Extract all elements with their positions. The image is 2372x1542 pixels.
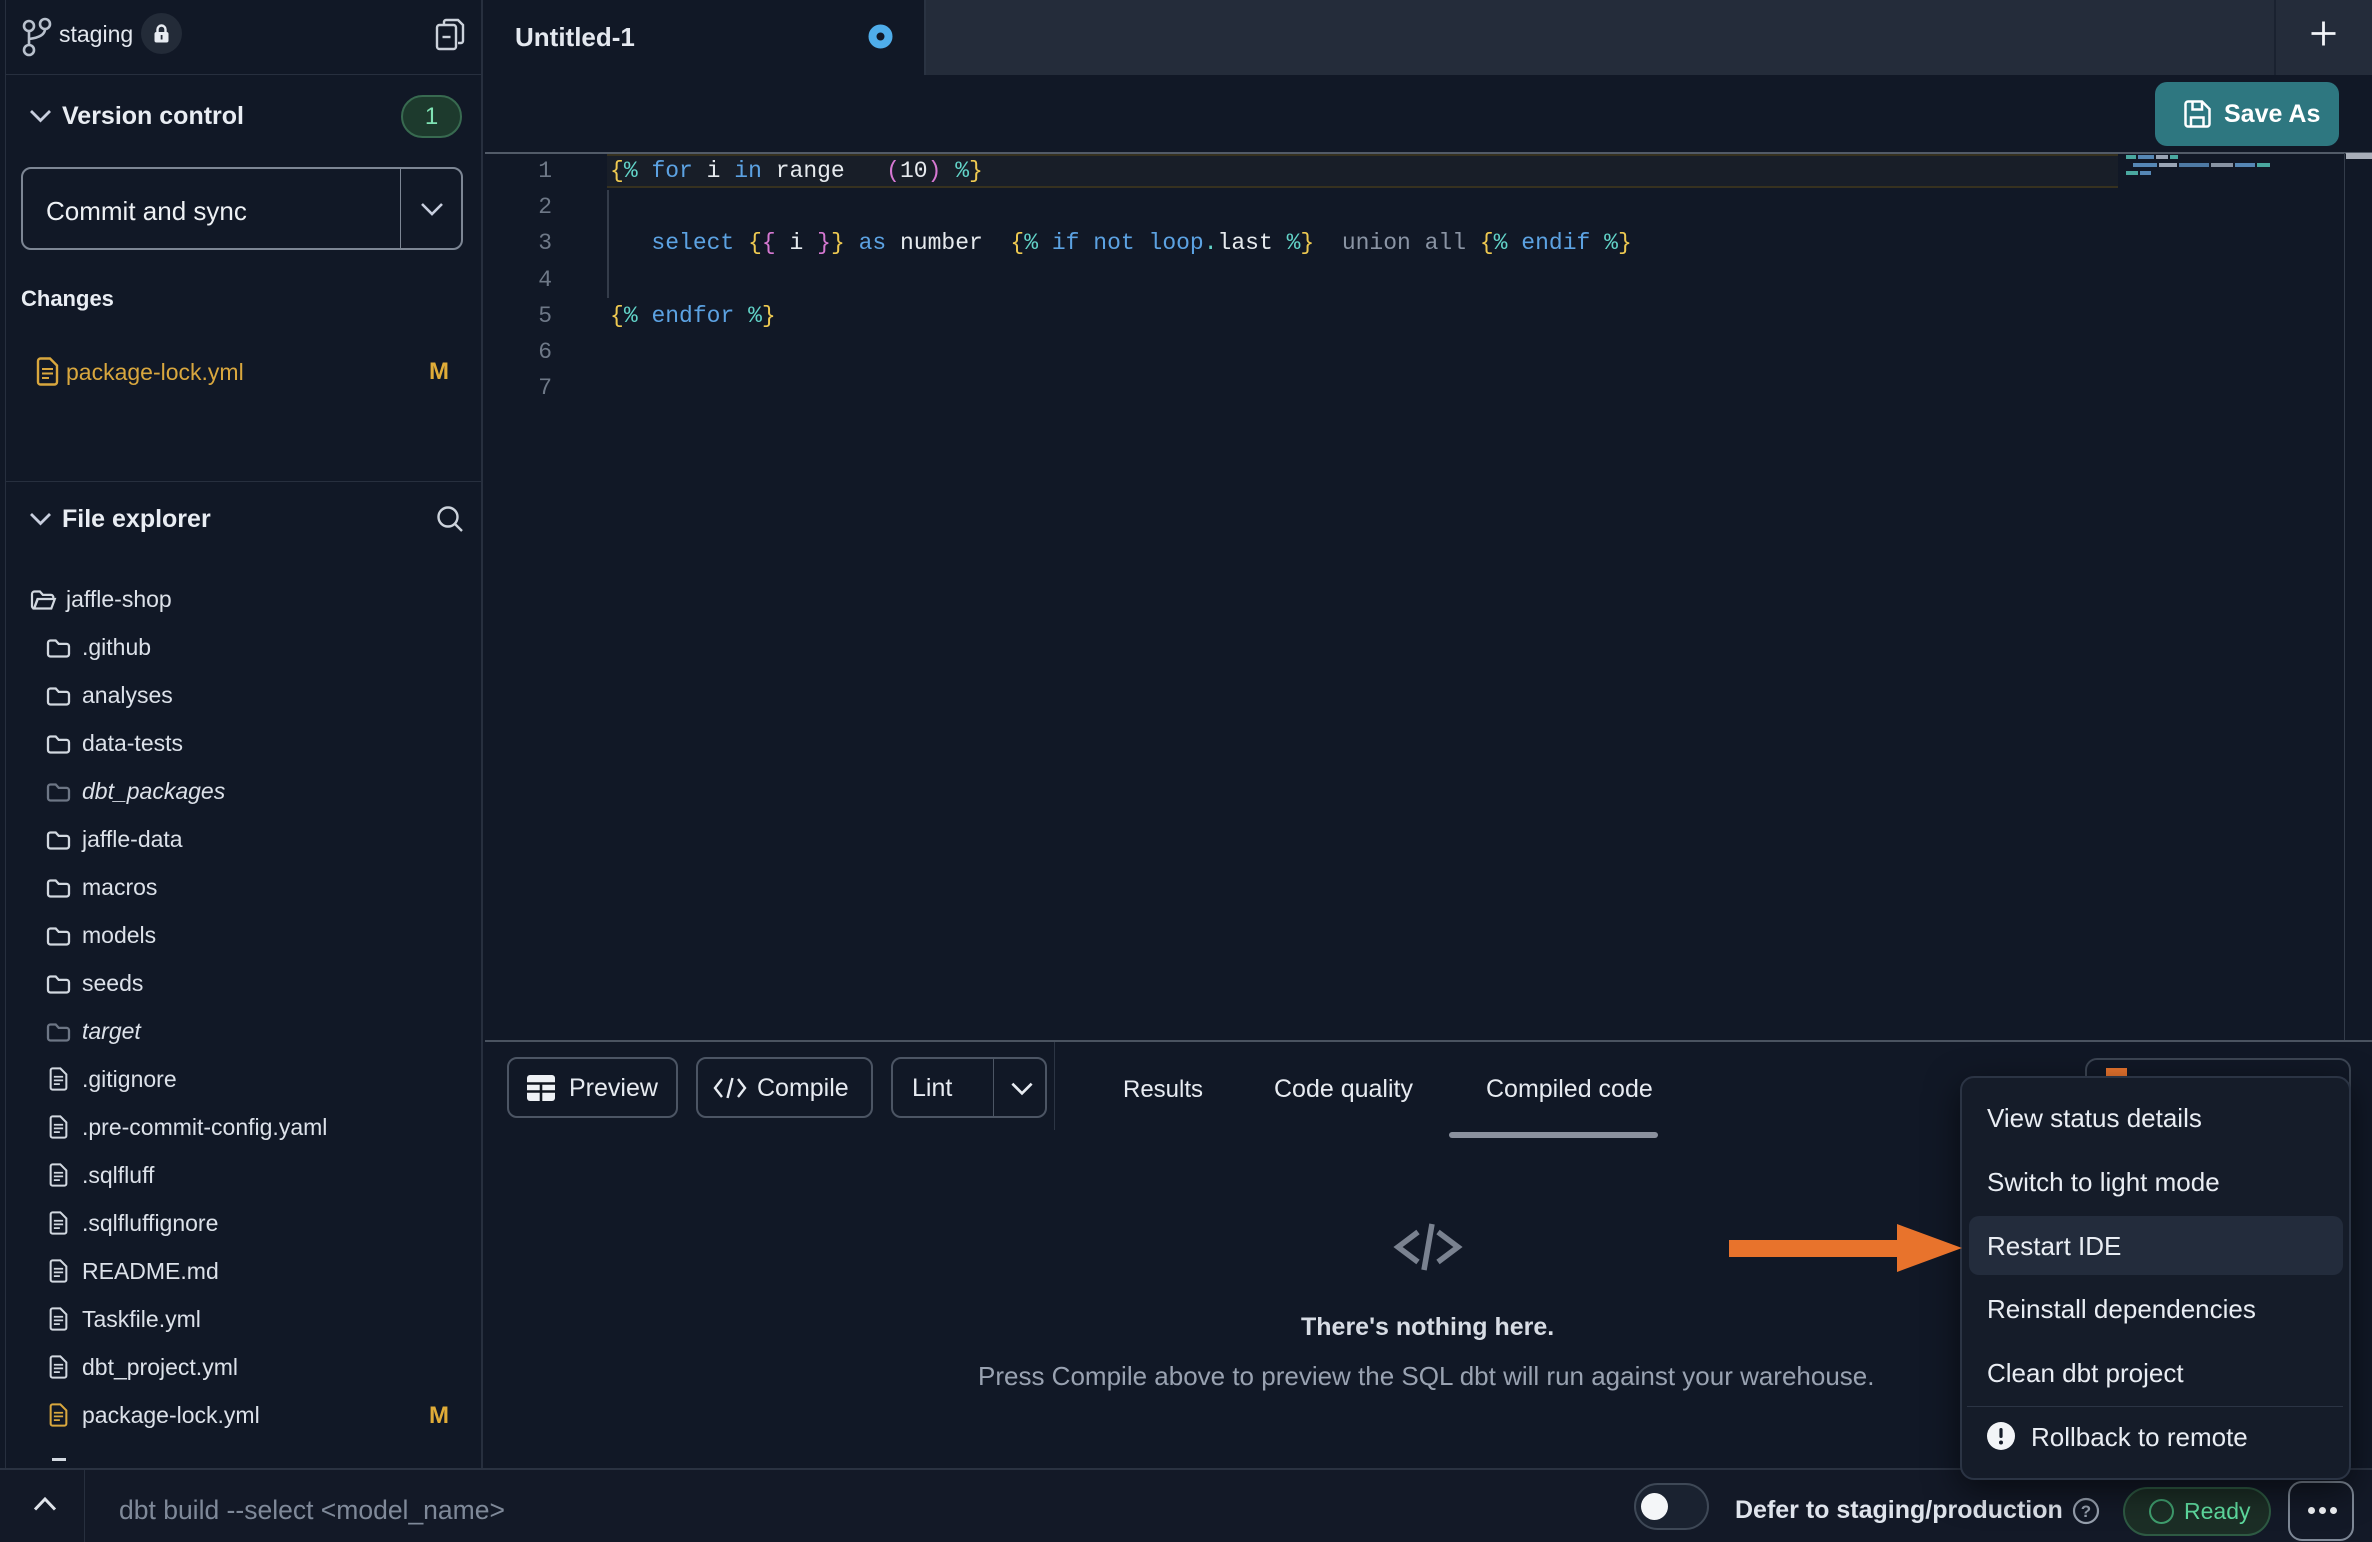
svg-text:?: ? bbox=[2081, 1502, 2091, 1521]
